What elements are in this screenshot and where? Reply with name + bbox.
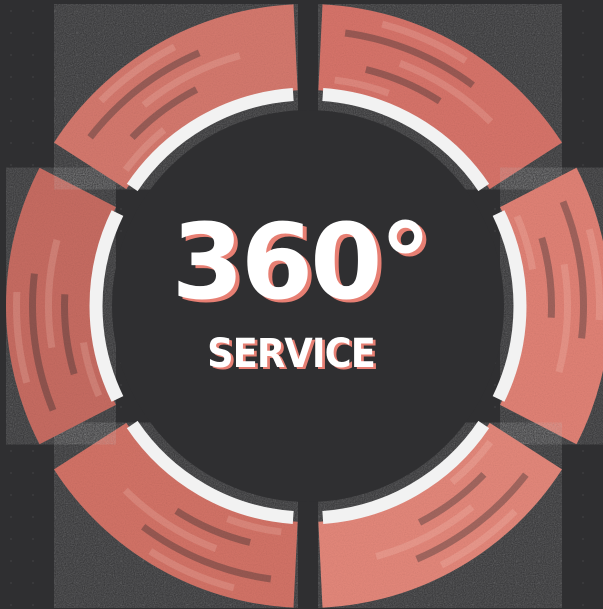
title-label: SERVICE (207, 331, 376, 377)
title-value: 360° (171, 201, 431, 323)
